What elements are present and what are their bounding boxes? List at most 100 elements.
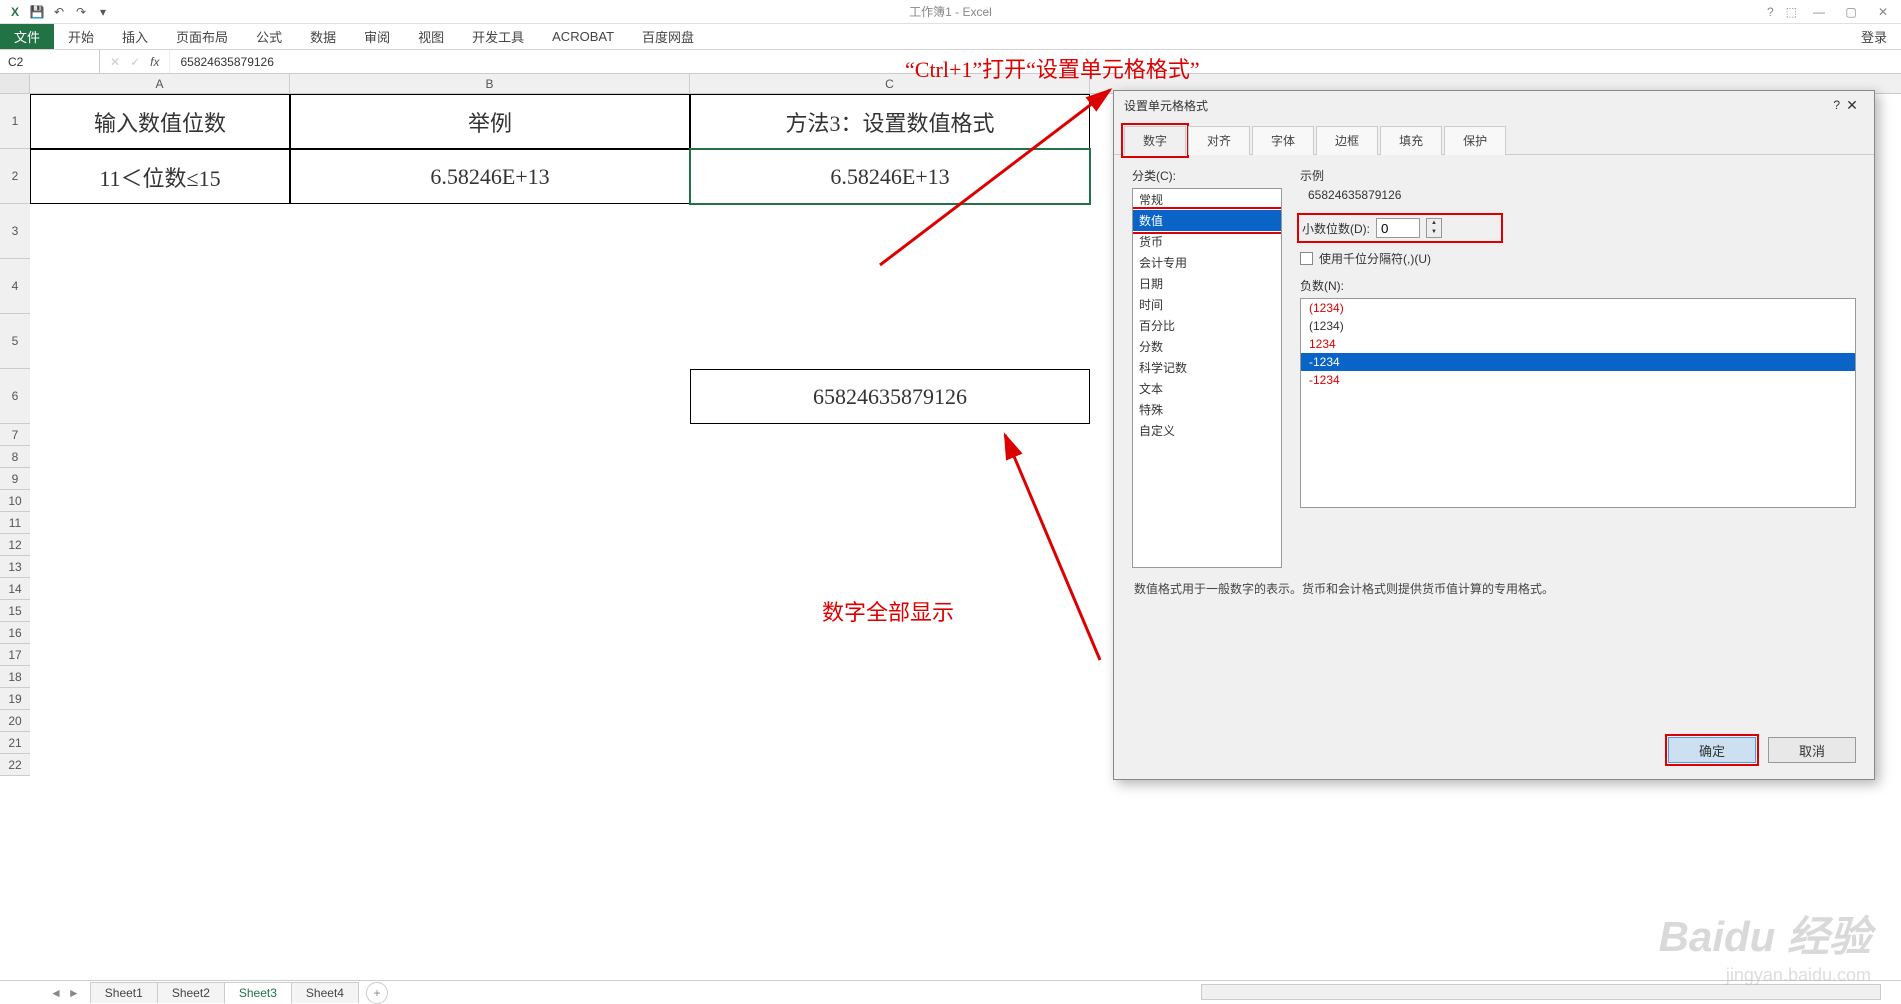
cat-general[interactable]: 常规 (1133, 189, 1281, 210)
row-header[interactable]: 6 (0, 369, 30, 424)
row-header[interactable]: 20 (0, 710, 30, 732)
ok-button[interactable]: 确定 (1668, 737, 1756, 763)
cat-date[interactable]: 日期 (1133, 273, 1281, 294)
sheet-tab[interactable]: Sheet4 (291, 982, 359, 1003)
cat-fraction[interactable]: 分数 (1133, 336, 1281, 357)
neg-option[interactable]: (1234) (1301, 317, 1855, 335)
sheet-tab[interactable]: Sheet1 (90, 982, 158, 1003)
row-header[interactable]: 14 (0, 578, 30, 600)
dialog-tab-border[interactable]: 边框 (1316, 126, 1378, 155)
ribbon-options-icon[interactable]: ⬚ (1786, 5, 1797, 19)
minimize-button[interactable]: — (1809, 2, 1829, 22)
qat-dropdown-icon[interactable]: ▾ (94, 3, 112, 21)
save-icon[interactable]: 💾 (28, 3, 46, 21)
add-sheet-button[interactable]: + (366, 982, 388, 1004)
cell-b2[interactable]: 6.58246E+13 (290, 149, 690, 204)
dialog-tab-fill[interactable]: 填充 (1380, 126, 1442, 155)
cat-scientific[interactable]: 科学记数 (1133, 357, 1281, 378)
ribbon-tab-insert[interactable]: 插入 (108, 24, 162, 49)
excel-icon: X (6, 3, 24, 21)
dialog-tab-align[interactable]: 对齐 (1188, 126, 1250, 155)
cell-b1[interactable]: 举例 (290, 94, 690, 149)
spin-up-icon[interactable]: ▲ (1427, 219, 1441, 228)
cat-special[interactable]: 特殊 (1133, 399, 1281, 420)
row-header[interactable]: 21 (0, 732, 30, 754)
dialog-close-button[interactable]: ✕ (1840, 97, 1864, 114)
row-header[interactable]: 9 (0, 468, 30, 490)
cat-time[interactable]: 时间 (1133, 294, 1281, 315)
thousands-separator-checkbox[interactable] (1300, 252, 1313, 265)
row-header[interactable]: 8 (0, 446, 30, 468)
cell-a2[interactable]: 11＜位数≤15 (30, 149, 290, 204)
cat-custom[interactable]: 自定义 (1133, 420, 1281, 441)
help-icon[interactable]: ? (1767, 5, 1774, 19)
col-header-a[interactable]: A (30, 74, 290, 93)
neg-option[interactable]: 1234 (1301, 335, 1855, 353)
maximize-button[interactable]: ▢ (1841, 2, 1861, 22)
login-link[interactable]: 登录 (1847, 24, 1901, 49)
cell-c6[interactable]: 65824635879126 (690, 369, 1090, 424)
ribbon-tab-review[interactable]: 审阅 (350, 24, 404, 49)
cat-currency[interactable]: 货币 (1133, 231, 1281, 252)
name-box[interactable]: C2 (0, 50, 100, 73)
neg-option[interactable]: -1234 (1301, 353, 1855, 371)
row-header[interactable]: 11 (0, 512, 30, 534)
cat-text[interactable]: 文本 (1133, 378, 1281, 399)
cancel-formula-icon[interactable]: ✕ (110, 55, 120, 69)
cat-percent[interactable]: 百分比 (1133, 315, 1281, 336)
neg-option[interactable]: -1234 (1301, 371, 1855, 389)
row-header[interactable]: 19 (0, 688, 30, 710)
ribbon-tab-acrobat[interactable]: ACROBAT (538, 24, 628, 49)
select-all-corner[interactable] (0, 74, 30, 93)
dialog-tab-font[interactable]: 字体 (1252, 126, 1314, 155)
cat-accounting[interactable]: 会计专用 (1133, 252, 1281, 273)
row-header[interactable]: 5 (0, 314, 30, 369)
neg-option[interactable]: (1234) (1301, 299, 1855, 317)
row-header[interactable]: 22 (0, 754, 30, 776)
ribbon-tab-formulas[interactable]: 公式 (242, 24, 296, 49)
ribbon-tab-view[interactable]: 视图 (404, 24, 458, 49)
cat-number[interactable]: 数值 (1133, 210, 1281, 231)
row-header[interactable]: 7 (0, 424, 30, 446)
file-tab[interactable]: 文件 (0, 24, 54, 49)
ribbon-tab-dev[interactable]: 开发工具 (458, 24, 538, 49)
spin-down-icon[interactable]: ▼ (1427, 228, 1441, 237)
ribbon-tab-layout[interactable]: 页面布局 (162, 24, 242, 49)
decimal-spinner[interactable]: ▲▼ (1426, 218, 1442, 238)
fx-icon[interactable]: fx (150, 55, 159, 69)
col-header-b[interactable]: B (290, 74, 690, 93)
row-header[interactable]: 13 (0, 556, 30, 578)
sheet-tab[interactable]: Sheet2 (157, 982, 225, 1003)
sheet-nav-next-icon[interactable]: ► (68, 986, 80, 1000)
cell-a1[interactable]: 输入数值位数 (30, 94, 290, 149)
sheet-tab[interactable]: Sheet3 (224, 982, 292, 1004)
row-header[interactable]: 16 (0, 622, 30, 644)
category-list[interactable]: 常规 数值 货币 会计专用 日期 时间 百分比 分数 科学记数 文本 特殊 自定… (1132, 188, 1282, 568)
cell-c2[interactable]: 6.58246E+13 (690, 149, 1090, 204)
row-header[interactable]: 2 (0, 149, 30, 204)
redo-icon[interactable]: ↷ (72, 3, 90, 21)
negative-list[interactable]: (1234) (1234) 1234 -1234 -1234 (1300, 298, 1856, 508)
undo-icon[interactable]: ↶ (50, 3, 68, 21)
row-header[interactable]: 15 (0, 600, 30, 622)
row-header[interactable]: 3 (0, 204, 30, 259)
ribbon-tab-baidu[interactable]: 百度网盘 (628, 24, 708, 49)
ribbon-tab-home[interactable]: 开始 (54, 24, 108, 49)
row-header[interactable]: 1 (0, 94, 30, 149)
cell-c1[interactable]: 方法3：设置数值格式 (690, 94, 1090, 149)
close-button[interactable]: ✕ (1873, 2, 1893, 22)
dialog-tab-number[interactable]: 数字 (1124, 126, 1186, 155)
sheet-nav-prev-icon[interactable]: ◄ (50, 986, 62, 1000)
row-header[interactable]: 4 (0, 259, 30, 314)
row-header[interactable]: 10 (0, 490, 30, 512)
dialog-tab-protect[interactable]: 保护 (1444, 126, 1506, 155)
horizontal-scrollbar[interactable] (1201, 984, 1881, 1000)
decimal-input[interactable] (1376, 218, 1420, 238)
ribbon-tab-data[interactable]: 数据 (296, 24, 350, 49)
row-header[interactable]: 18 (0, 666, 30, 688)
accept-formula-icon[interactable]: ✓ (130, 55, 140, 69)
row-header[interactable]: 17 (0, 644, 30, 666)
cancel-button[interactable]: 取消 (1768, 737, 1856, 763)
row-header[interactable]: 12 (0, 534, 30, 556)
dialog-help-icon[interactable]: ? (1833, 98, 1840, 112)
